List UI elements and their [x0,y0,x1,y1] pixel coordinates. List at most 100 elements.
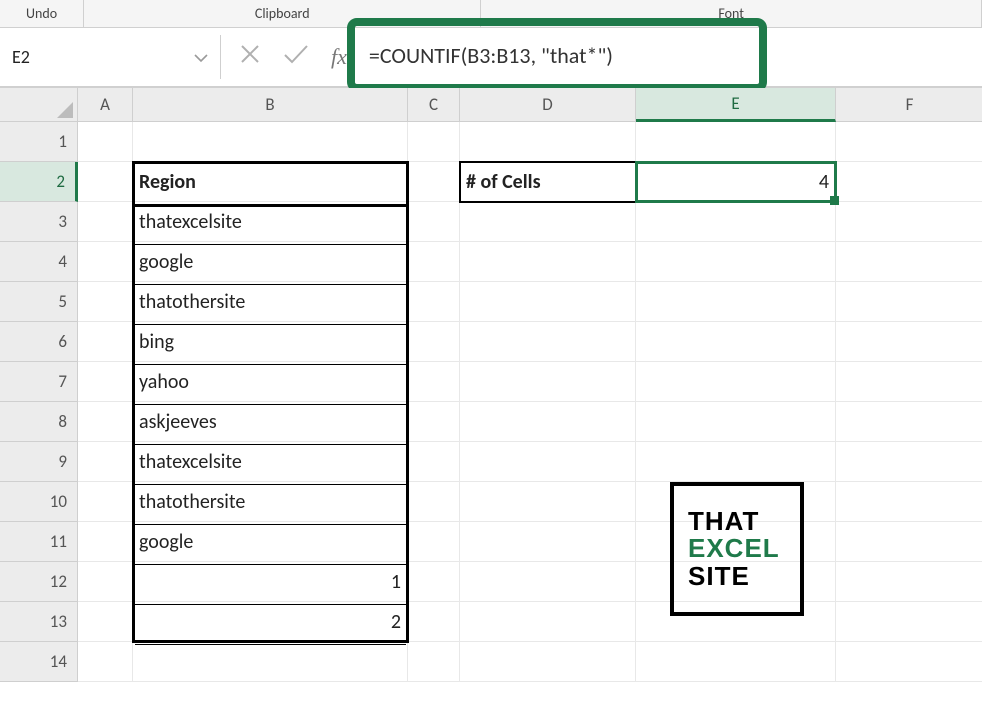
cell-B8[interactable]: askjeeves [133,402,408,442]
cell-D3[interactable] [460,202,636,242]
cell-F13[interactable] [836,602,982,642]
cell-D8[interactable] [460,402,636,442]
cell-B3[interactable]: thatexcelsite [133,202,408,242]
cell-D12[interactable] [460,562,636,602]
cell-F14[interactable] [836,642,982,682]
cell-D11[interactable] [460,522,636,562]
row-header-10[interactable]: 10 [0,482,78,522]
column-header-E[interactable]: E [636,88,836,122]
cell-F4[interactable] [836,242,982,282]
row-header-4[interactable]: 4 [0,242,78,282]
cell-A7[interactable] [78,362,133,402]
cell-A13[interactable] [78,602,133,642]
enter-icon[interactable] [283,43,309,72]
cell-A10[interactable] [78,482,133,522]
cell-B7[interactable]: yahoo [133,362,408,402]
cell-D13[interactable] [460,602,636,642]
cell-F12[interactable] [836,562,982,602]
cell-A12[interactable] [78,562,133,602]
cell-C2[interactable] [408,162,460,202]
row-header-12[interactable]: 12 [0,562,78,602]
cell-A3[interactable] [78,202,133,242]
cell-C12[interactable] [408,562,460,602]
cell-F7[interactable] [836,362,982,402]
name-box-dropdown-icon[interactable] [194,46,208,68]
column-header-F[interactable]: F [836,88,982,122]
cell-A8[interactable] [78,402,133,442]
row-header-1[interactable]: 1 [0,122,78,162]
cell-B12[interactable]: 1 [133,562,408,602]
cell-B2[interactable]: Region [133,162,408,202]
cell-A5[interactable] [78,282,133,322]
cell-B11[interactable]: google [133,522,408,562]
cell-D5[interactable] [460,282,636,322]
cell-B10[interactable]: thatothersite [133,482,408,522]
cell-E5[interactable] [636,282,836,322]
cancel-icon[interactable] [239,43,261,72]
cell-C9[interactable] [408,442,460,482]
cell-E6[interactable] [636,322,836,362]
name-box[interactable]: E2 [4,40,214,74]
cell-F10[interactable] [836,482,982,522]
cell-D7[interactable] [460,362,636,402]
formula-input[interactable]: =COUNTIF(B3:B13, "that*") [347,18,767,92]
cell-A6[interactable] [78,322,133,362]
select-all-corner[interactable] [0,88,78,122]
cell-B9[interactable]: thatexcelsite [133,442,408,482]
cell-F3[interactable] [836,202,982,242]
column-header-D[interactable]: D [460,88,636,122]
cell-D14[interactable] [460,642,636,682]
row-header-14[interactable]: 14 [0,642,78,682]
cell-D1[interactable] [460,122,636,162]
cell-E14[interactable] [636,642,836,682]
cell-A14[interactable] [78,642,133,682]
cell-D2[interactable]: # of Cells [460,162,636,202]
fx-icon[interactable]: fx [331,44,347,70]
column-header-A[interactable]: A [78,88,133,122]
cell-B13[interactable]: 2 [133,602,408,642]
cell-C10[interactable] [408,482,460,522]
cell-D10[interactable] [460,482,636,522]
cell-D9[interactable] [460,442,636,482]
cell-C6[interactable] [408,322,460,362]
cell-C8[interactable] [408,402,460,442]
cell-A4[interactable] [78,242,133,282]
cell-C3[interactable] [408,202,460,242]
cell-F1[interactable] [836,122,982,162]
cell-A9[interactable] [78,442,133,482]
cell-B14[interactable] [133,642,408,682]
cell-E4[interactable] [636,242,836,282]
cell-C1[interactable] [408,122,460,162]
cell-C4[interactable] [408,242,460,282]
cell-B1[interactable] [133,122,408,162]
row-header-8[interactable]: 8 [0,402,78,442]
cell-C11[interactable] [408,522,460,562]
cell-E9[interactable] [636,442,836,482]
cell-B5[interactable]: thatothersite [133,282,408,322]
row-header-2[interactable]: 2 [0,162,78,202]
row-header-11[interactable]: 11 [0,522,78,562]
cell-E2[interactable]: 4 [636,162,836,202]
cell-E1[interactable] [636,122,836,162]
cell-A1[interactable] [78,122,133,162]
cell-C7[interactable] [408,362,460,402]
cell-F5[interactable] [836,282,982,322]
cell-F9[interactable] [836,442,982,482]
cell-E3[interactable] [636,202,836,242]
cell-C5[interactable] [408,282,460,322]
cell-B4[interactable]: google [133,242,408,282]
cell-C13[interactable] [408,602,460,642]
cell-C14[interactable] [408,642,460,682]
cell-F6[interactable] [836,322,982,362]
cell-B6[interactable]: bing [133,322,408,362]
tab-undo[interactable]: Undo [0,0,84,27]
column-header-C[interactable]: C [408,88,460,122]
cell-F11[interactable] [836,522,982,562]
cell-A2[interactable] [78,162,133,202]
cell-F8[interactable] [836,402,982,442]
cell-E8[interactable] [636,402,836,442]
cell-A11[interactable] [78,522,133,562]
row-header-5[interactable]: 5 [0,282,78,322]
row-header-3[interactable]: 3 [0,202,78,242]
cell-D6[interactable] [460,322,636,362]
